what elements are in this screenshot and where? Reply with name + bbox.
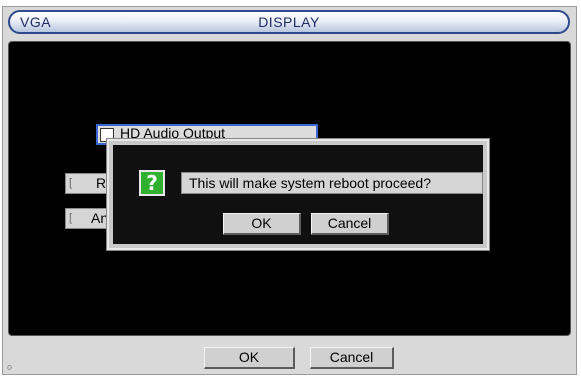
- dialog-message: This will make system reboot proceed?: [181, 172, 483, 194]
- ok-button[interactable]: OK: [204, 347, 295, 369]
- dialog-body: ? This will make system reboot proceed? …: [113, 145, 483, 244]
- dialog-cancel-button[interactable]: Cancel: [311, 213, 389, 235]
- cancel-button[interactable]: Cancel: [310, 347, 394, 369]
- window-title: DISPLAY: [258, 14, 320, 30]
- reboot-confirm-dialog: ? This will make system reboot proceed? …: [107, 139, 489, 250]
- title-bar: VGA DISPLAY: [8, 10, 570, 34]
- bracket-left-icon: [: [69, 212, 73, 224]
- dialog-ok-button[interactable]: OK: [223, 213, 301, 235]
- bracket-left-icon: [: [69, 177, 73, 189]
- setting-row-an-label: An: [91, 210, 109, 226]
- corner-dot-icon: o: [7, 362, 13, 372]
- question-icon: ?: [139, 170, 165, 196]
